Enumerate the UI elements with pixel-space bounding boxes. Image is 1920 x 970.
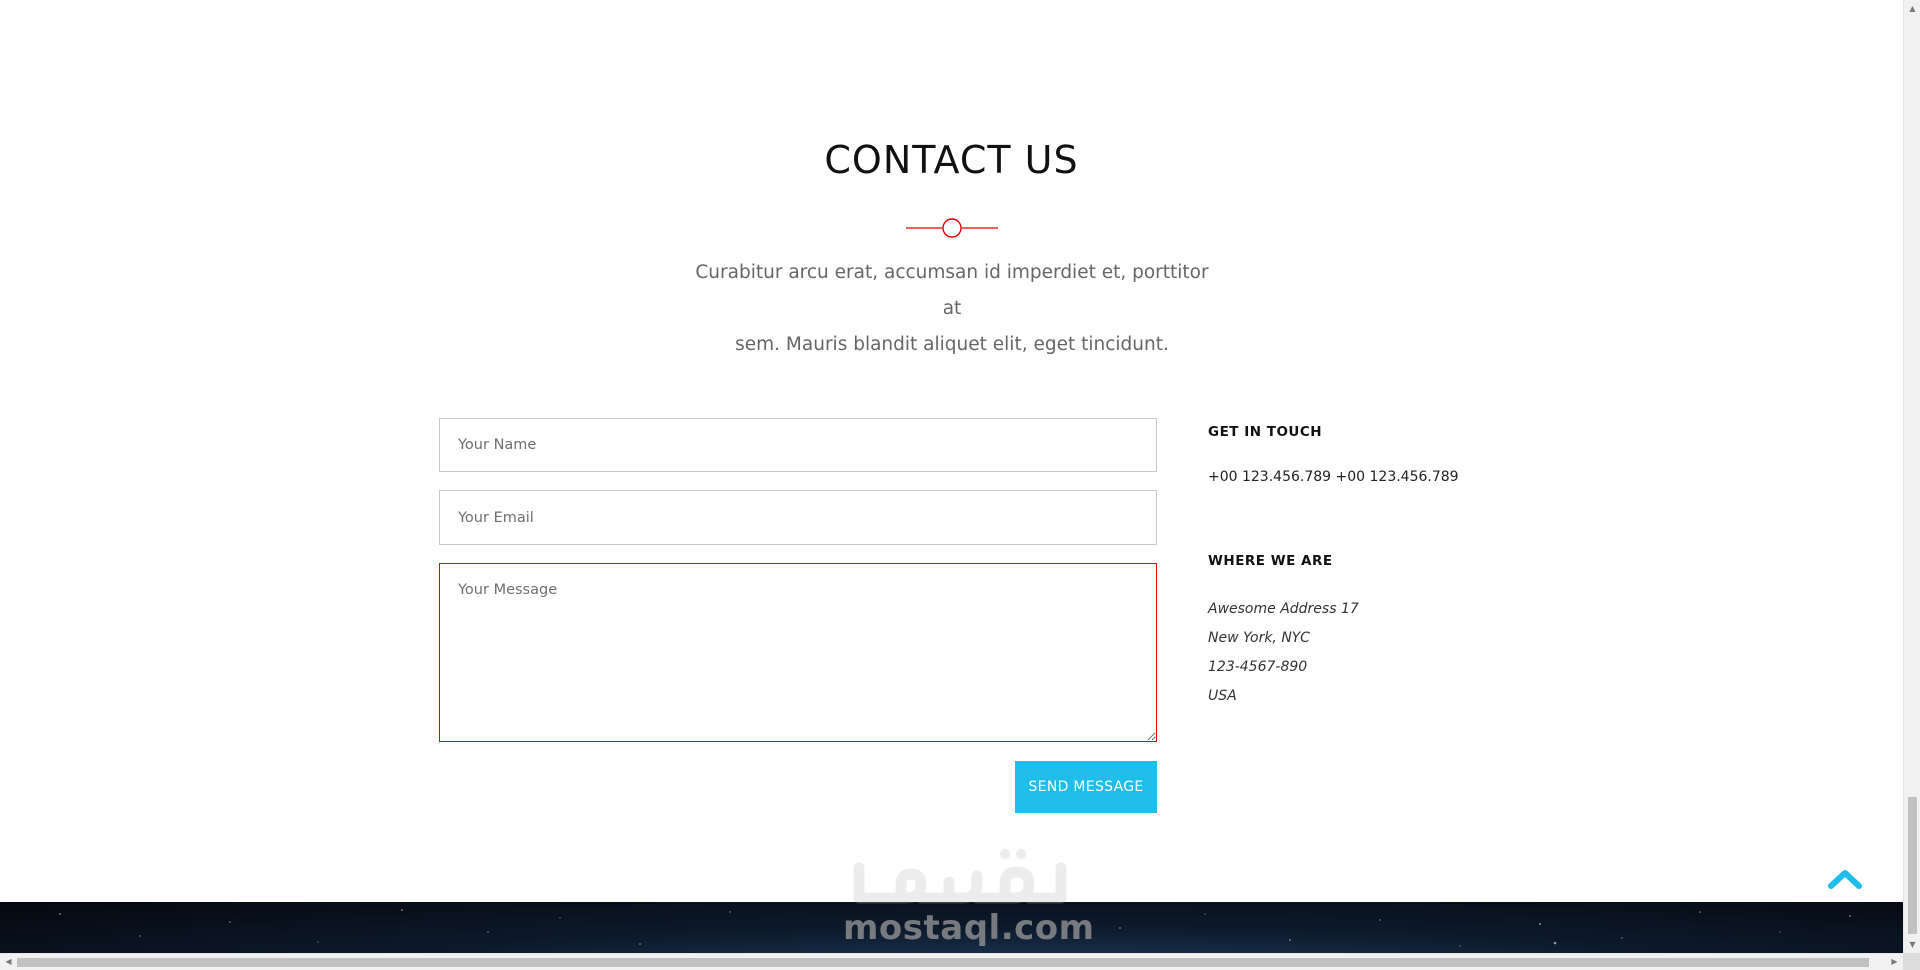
- horizontal-scrollbar[interactable]: ◀ ▶: [0, 953, 1903, 970]
- horizontal-scroll-thumb[interactable]: [17, 958, 1869, 967]
- circle-divider-icon: [906, 218, 998, 238]
- name-input[interactable]: [439, 418, 1157, 472]
- scroll-right-arrow-icon[interactable]: ▶: [1886, 954, 1903, 970]
- address-line: Awesome Address 17: [1208, 601, 1359, 617]
- browser-viewport: CONTACT US Curabitur arcu erat, accumsan…: [0, 0, 1903, 953]
- address-line: 123-4567-890: [1208, 659, 1308, 675]
- phone-numbers: +00 123.456.789 +00 123.456.789: [1208, 469, 1459, 485]
- scroll-up-arrow-icon[interactable]: ▲: [1904, 0, 1920, 17]
- section-title: CONTACT US: [824, 138, 1079, 182]
- scrollbar-corner: [1903, 953, 1920, 970]
- section-lead: Curabitur arcu erat, accumsan id imperdi…: [685, 255, 1219, 363]
- vertical-scrollbar[interactable]: ▲ ▼: [1903, 0, 1920, 953]
- send-message-button[interactable]: SEND MESSAGE: [1015, 761, 1157, 813]
- page: CONTACT US Curabitur arcu erat, accumsan…: [0, 0, 1920, 970]
- get-in-touch-heading: GET IN TOUCH: [1208, 424, 1323, 440]
- address-line: New York, NYC: [1208, 630, 1310, 646]
- mostaql-logo-mark: [853, 849, 1067, 904]
- address-line: USA: [1208, 688, 1237, 704]
- scroll-left-arrow-icon[interactable]: ◀: [0, 954, 17, 970]
- email-input[interactable]: [439, 490, 1157, 545]
- lead-line-1: Curabitur arcu erat, accumsan id imperdi…: [695, 262, 1209, 319]
- address-block: Awesome Address 17 New York, NYC 123-456…: [1208, 595, 1359, 711]
- scroll-down-arrow-icon[interactable]: ▼: [1904, 936, 1920, 953]
- vertical-scroll-thumb[interactable]: [1908, 797, 1917, 934]
- lead-line-2: sem. Mauris blandit aliquet elit, eget t…: [735, 334, 1169, 355]
- message-textarea[interactable]: [439, 563, 1157, 742]
- mostaql-watermark-text: mostaql.com: [843, 908, 1095, 948]
- chevron-up-icon[interactable]: [1827, 866, 1863, 890]
- where-we-are-heading: WHERE WE ARE: [1208, 553, 1333, 569]
